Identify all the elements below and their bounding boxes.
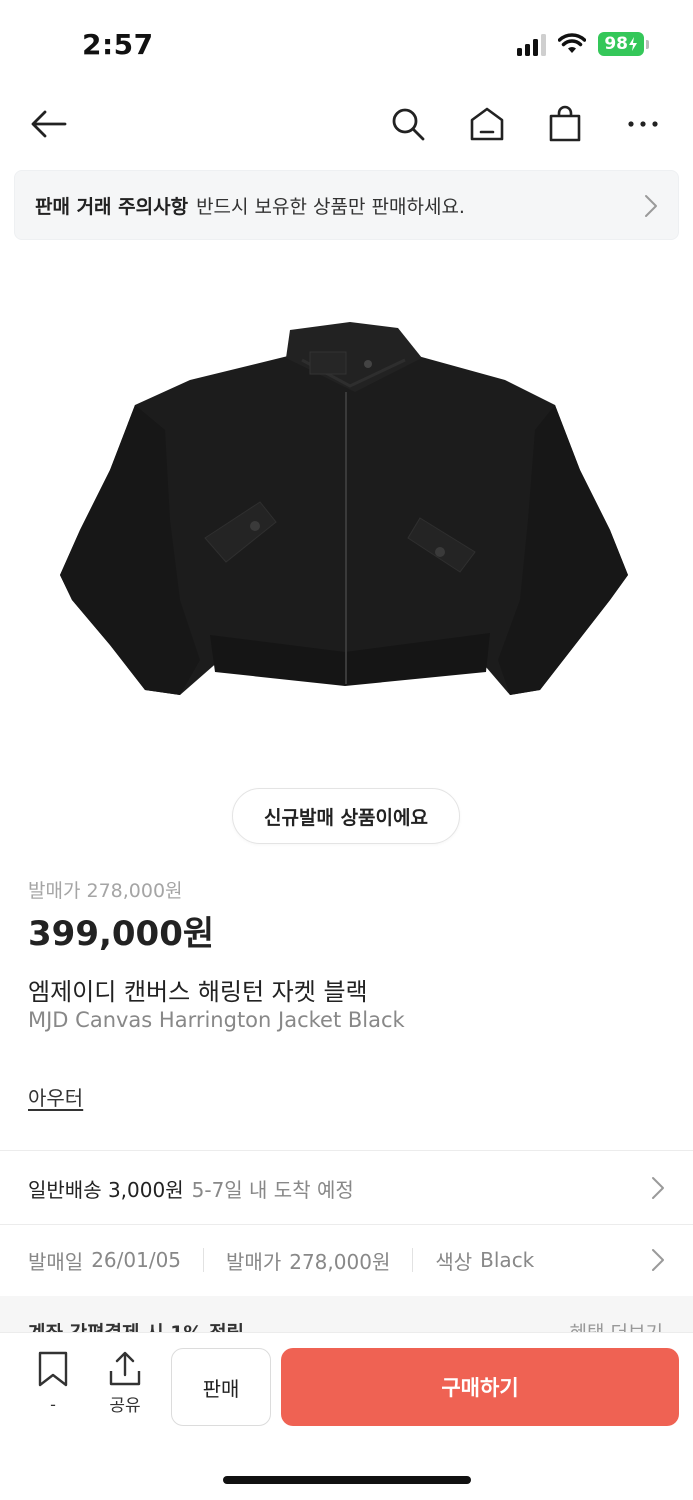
more-icon[interactable] (621, 102, 665, 146)
product-name-korean: 엠제이디 캔버스 해링턴 자켓 블랙 (28, 978, 368, 1006)
release-price-label: 발매가 (226, 1249, 282, 1274)
shipping-eta: 5-7일 내 도착 예정 (191, 1177, 354, 1202)
cellular-signal-icon (517, 32, 547, 56)
buy-button[interactable]: 구매하기 (281, 1348, 679, 1426)
bottom-action-bar: - 공유 판매 구매하기 (0, 1332, 693, 1500)
new-release-badge: 신규발매 상품이에요 (232, 788, 460, 844)
battery-level: 98 (604, 34, 628, 54)
home-icon[interactable] (465, 102, 509, 146)
notice-title: 판매 거래 주의사항 (35, 195, 189, 218)
product-image[interactable] (50, 300, 650, 720)
status-time: 2:57 (82, 28, 154, 61)
shopping-bag-icon[interactable] (543, 102, 587, 146)
chevron-right-icon (652, 1249, 664, 1271)
battery-charging-icon: 98 (598, 32, 644, 56)
share-label: 공유 (109, 1396, 141, 1416)
current-price: 399,000원 (28, 914, 215, 954)
bookmark-icon (38, 1351, 68, 1387)
shipping-row[interactable]: 일반배송 3,000원 5-7일 내 도착 예정 (0, 1152, 693, 1224)
release-price-item: 발매가 278,000원 (226, 1246, 390, 1275)
bookmark-button[interactable]: - (28, 1351, 78, 1425)
share-icon (109, 1351, 141, 1386)
status-bar: 2:57 98 (0, 0, 693, 90)
chevron-right-icon (652, 1177, 664, 1199)
sell-notice-banner[interactable]: 판매 거래 주의사항 반드시 보유한 상품만 판매하세요. (14, 170, 679, 240)
wifi-icon (558, 33, 587, 53)
color-item: 색상 Black (435, 1246, 534, 1275)
release-date-label: 발매일 (28, 1249, 84, 1274)
product-info-row[interactable]: 발매일 26/01/05 발매가 278,000원 색상 Black (0, 1225, 693, 1295)
release-price-value: 278,000원 (289, 1249, 391, 1274)
color-label: 색상 (435, 1249, 473, 1274)
search-icon[interactable] (386, 102, 430, 146)
battery-tip (646, 39, 649, 49)
back-arrow-icon[interactable] (26, 102, 70, 146)
release-date-value: 26/01/05 (91, 1248, 182, 1272)
bookmark-count: - (50, 1395, 56, 1414)
shipping-fee: 일반배송 3,000원 (28, 1177, 184, 1202)
home-indicator (223, 1476, 471, 1484)
sell-button[interactable]: 판매 (171, 1348, 271, 1426)
category-link[interactable]: 아우터 (28, 1082, 83, 1111)
release-price: 발매가 278,000원 (28, 880, 183, 902)
status-icons: 98 (517, 32, 649, 56)
notice-text: 반드시 보유한 상품만 판매하세요. (196, 195, 465, 218)
top-nav (0, 92, 693, 156)
release-date-item: 발매일 26/01/05 (28, 1246, 181, 1275)
promo-band[interactable]: 계좌 간편결제 시 1% 적립 혜택 더보기 (0, 1296, 693, 1336)
color-value: Black (480, 1248, 535, 1272)
product-name-english: MJD Canvas Harrington Jacket Black (28, 1008, 405, 1032)
share-button[interactable]: 공유 (100, 1351, 150, 1425)
separator (412, 1248, 414, 1272)
separator (203, 1248, 205, 1272)
chevron-right-icon (645, 195, 657, 217)
divider (0, 1150, 693, 1151)
